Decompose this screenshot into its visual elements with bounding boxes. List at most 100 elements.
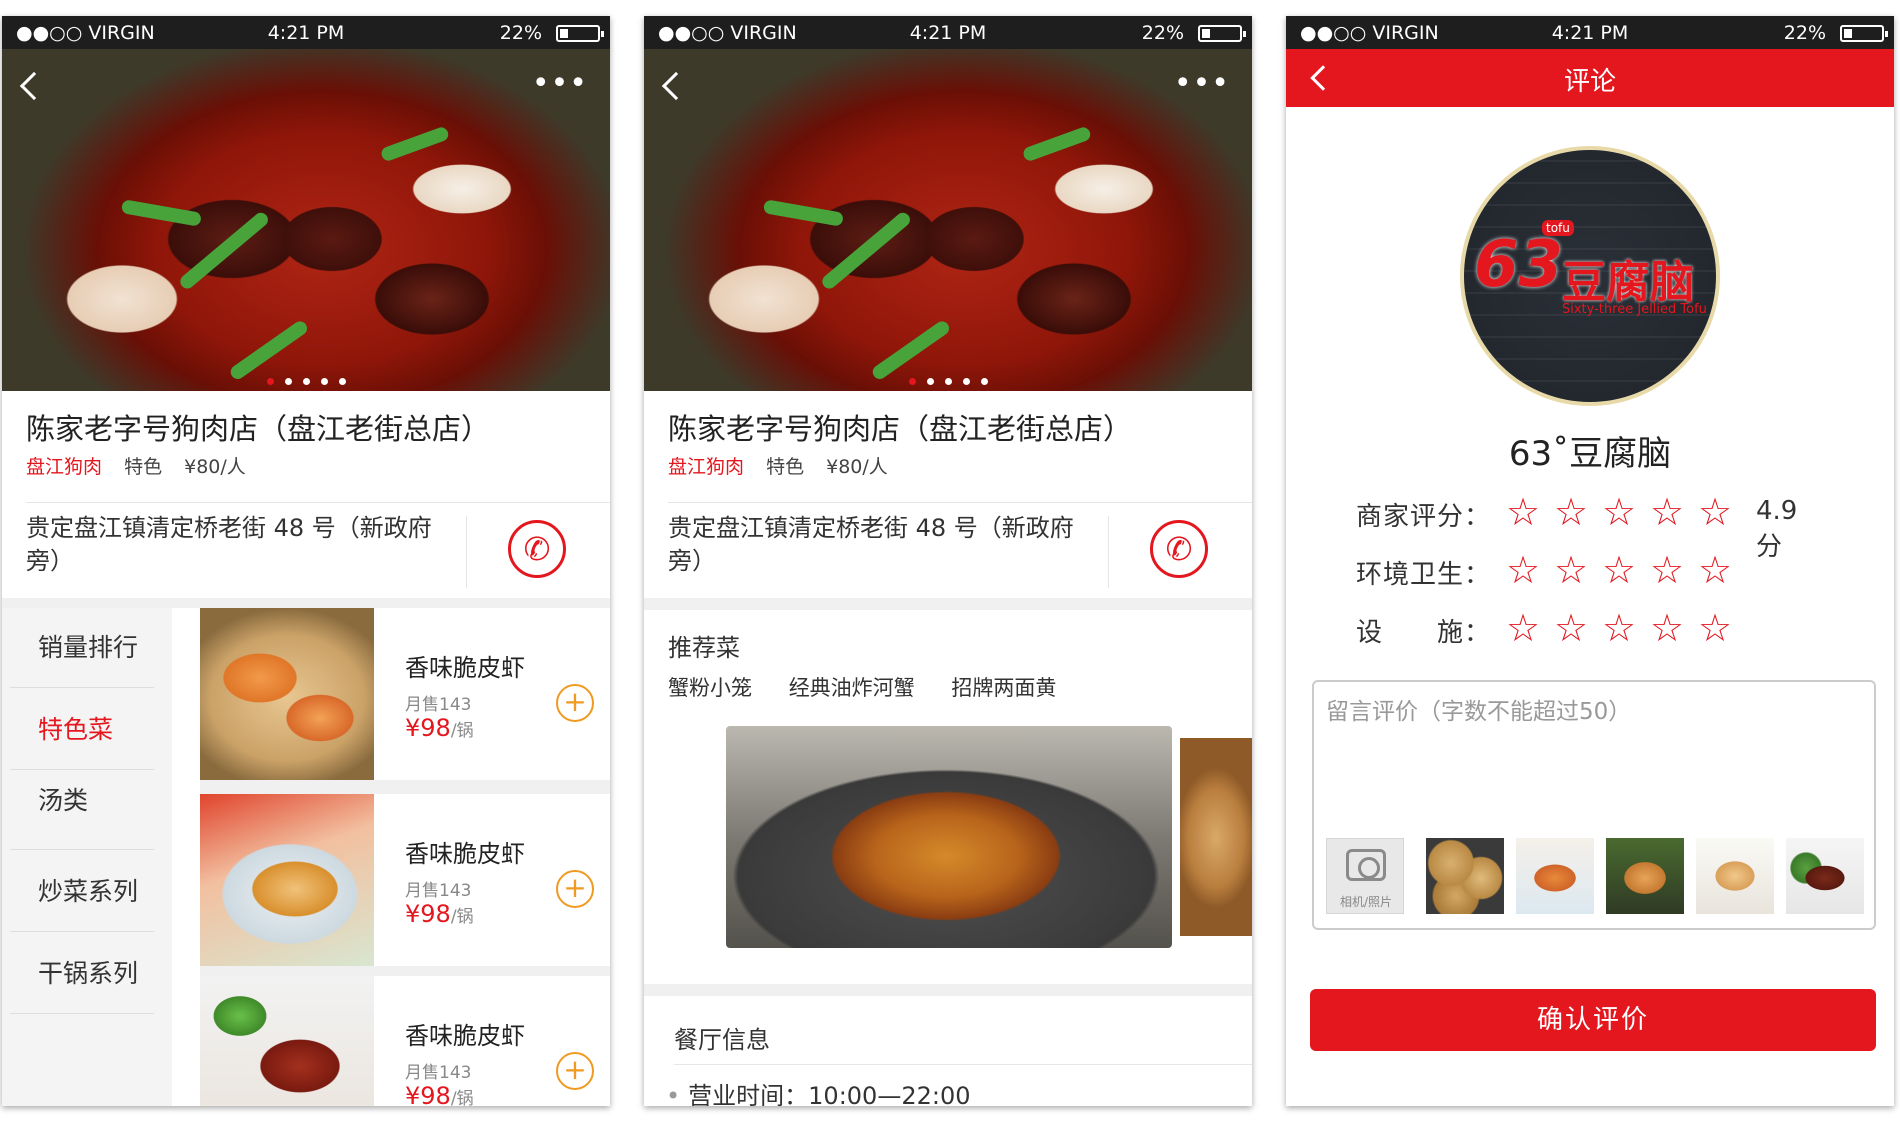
screen-shop-menu: ●●○○ VIRGIN 4:21 PM 22% ••• 陈家老字号狗肉店（盘江老… bbox=[2, 16, 610, 1106]
photo-thumbnail[interactable] bbox=[1786, 838, 1864, 914]
price-value: ¥98 bbox=[405, 1082, 451, 1106]
opening-hours-text: 营业时间：10:00—22:00 bbox=[688, 1082, 971, 1106]
category-item[interactable]: 销量排行 bbox=[10, 608, 154, 688]
price-value: ¥98 bbox=[405, 900, 451, 928]
star-icon[interactable]: ☆ bbox=[1600, 608, 1638, 648]
carousel-dot[interactable] bbox=[303, 378, 310, 385]
logo-english-name: Sixty-three Jellied Tofu bbox=[1562, 302, 1707, 317]
carousel-dots bbox=[909, 370, 999, 389]
recommend-dish-photo[interactable] bbox=[1180, 738, 1252, 936]
screen-shop-detail: ●●○○ VIRGIN 4:21 PM 22% ••• 陈家老字号狗肉店（盘江老… bbox=[644, 16, 1252, 1106]
battery-icon bbox=[1198, 25, 1246, 42]
divider bbox=[674, 1064, 1252, 1065]
category-item[interactable]: 干锅系列 bbox=[10, 934, 154, 1014]
star-icon[interactable]: ☆ bbox=[1696, 492, 1734, 532]
restaurant-info-title: 餐厅信息 bbox=[674, 1026, 770, 1054]
opening-hours: • 营业时间：10:00—22:00 bbox=[666, 1076, 970, 1106]
star-icon[interactable]: ☆ bbox=[1648, 608, 1686, 648]
add-to-cart-icon[interactable]: + bbox=[556, 870, 594, 908]
phone-icon[interactable]: ✆ bbox=[1150, 520, 1208, 578]
carousel-dots bbox=[267, 370, 357, 389]
star-icon[interactable]: ☆ bbox=[1552, 492, 1590, 532]
dish-sold: 月售143 bbox=[405, 695, 472, 715]
category-item[interactable]: 炒菜系列 bbox=[10, 852, 154, 932]
dish-card[interactable]: 香味脆皮虾 月售143 ¥98/锅 + bbox=[200, 794, 610, 966]
confirm-review-button[interactable]: 确认评价 bbox=[1310, 989, 1876, 1051]
dish-price: ¥98/锅 bbox=[405, 714, 474, 742]
hero-photo[interactable] bbox=[2, 49, 610, 391]
recommend-dish-list: 蟹粉小笼 经典油炸河蟹 招牌两面黄 bbox=[668, 672, 1086, 702]
price-value: ¥98 bbox=[405, 714, 451, 742]
dish-photo[interactable] bbox=[200, 794, 374, 966]
star-icon[interactable]: ☆ bbox=[1504, 550, 1542, 590]
shop-price: ¥80/人 bbox=[826, 456, 888, 478]
dish-name: 香味脆皮虾 bbox=[405, 654, 525, 682]
dish-photo[interactable] bbox=[200, 976, 374, 1106]
carousel-dot[interactable] bbox=[963, 378, 970, 385]
star-icon[interactable]: ☆ bbox=[1696, 608, 1734, 648]
more-icon[interactable]: ••• bbox=[532, 66, 588, 101]
logo-tofu-badge: tofu bbox=[1542, 220, 1574, 236]
shop-title: 陈家老字号狗肉店（盘江老街总店） bbox=[26, 412, 491, 446]
star-icon[interactable]: ☆ bbox=[1504, 492, 1542, 532]
dish-card[interactable]: 香味脆皮虾 月售143 ¥98/锅 + bbox=[200, 608, 610, 780]
photo-thumbnail[interactable] bbox=[1516, 838, 1594, 914]
carousel-dot[interactable] bbox=[981, 378, 988, 385]
photo-thumbnail[interactable] bbox=[1606, 838, 1684, 914]
category-item[interactable]: 汤类 bbox=[10, 770, 154, 850]
section-gap bbox=[2, 598, 610, 608]
status-bar: ●●○○ VIRGIN 4:21 PM 22% bbox=[644, 16, 1252, 49]
divider bbox=[466, 516, 467, 588]
star-icon[interactable]: ☆ bbox=[1552, 608, 1590, 648]
star-icon[interactable]: ☆ bbox=[1600, 492, 1638, 532]
add-to-cart-icon[interactable]: + bbox=[556, 684, 594, 722]
shop-tag: 特色 bbox=[124, 456, 163, 478]
dish-card[interactable]: 香味脆皮虾 月售143 ¥98/锅 + bbox=[200, 976, 610, 1106]
recommend-dish[interactable]: 蟹粉小笼 bbox=[668, 676, 752, 700]
rating-label: 设 施： bbox=[1356, 618, 1492, 648]
carousel-dot[interactable] bbox=[321, 378, 328, 385]
page-title: 评论 bbox=[1563, 67, 1616, 97]
shop-price: ¥80/人 bbox=[184, 456, 246, 478]
dish-photo[interactable] bbox=[200, 608, 374, 780]
carousel-dot[interactable] bbox=[927, 378, 934, 385]
carousel-dot[interactable] bbox=[267, 378, 274, 385]
category-item-active[interactable]: 特色菜 bbox=[10, 690, 154, 770]
carousel-dot[interactable] bbox=[339, 378, 346, 385]
shop-address[interactable]: 贵定盘江镇清定桥老街 48 号（新政府旁） bbox=[26, 512, 446, 578]
dish-price: ¥98/锅 bbox=[405, 1082, 474, 1106]
dish-name: 香味脆皮虾 bbox=[405, 1022, 525, 1050]
photo-thumbnail[interactable] bbox=[1426, 838, 1504, 914]
shop-address[interactable]: 贵定盘江镇清定桥老街 48 号（新政府旁） bbox=[668, 512, 1088, 578]
star-icon[interactable]: ☆ bbox=[1648, 550, 1686, 590]
photo-thumbnail[interactable] bbox=[1696, 838, 1774, 914]
shop-category[interactable]: 盘江狗肉 bbox=[668, 456, 744, 478]
hero-photo[interactable] bbox=[644, 49, 1252, 391]
star-icon[interactable]: ☆ bbox=[1552, 550, 1590, 590]
shop-name: 63˚豆腐脑 bbox=[1508, 434, 1672, 474]
logo-number: 63 bbox=[1474, 228, 1564, 302]
battery-icon bbox=[556, 25, 604, 42]
shop-category[interactable]: 盘江狗肉 bbox=[26, 456, 102, 478]
carousel-dot[interactable] bbox=[285, 378, 292, 385]
add-photo-button[interactable]: 相机/照片 bbox=[1326, 838, 1404, 914]
recommend-dish-photo[interactable] bbox=[726, 726, 1172, 948]
logo-chinese-name: 豆腐脑 bbox=[1562, 257, 1694, 308]
recommend-dish[interactable]: 经典油炸河蟹 bbox=[789, 676, 915, 700]
add-to-cart-icon[interactable]: + bbox=[556, 1052, 594, 1090]
phone-icon[interactable]: ✆ bbox=[508, 520, 566, 578]
star-icon[interactable]: ☆ bbox=[1504, 608, 1542, 648]
more-icon[interactable]: ••• bbox=[1174, 66, 1230, 101]
star-icon[interactable]: ☆ bbox=[1648, 492, 1686, 532]
carousel-dot[interactable] bbox=[945, 378, 952, 385]
star-icon[interactable]: ☆ bbox=[1600, 550, 1638, 590]
price-unit: /锅 bbox=[450, 907, 474, 927]
comment-textarea[interactable]: 留言评价（字数不能超过50） 相机/照片 bbox=[1312, 680, 1876, 930]
shop-meta: 盘江狗肉 特色 ¥80/人 bbox=[668, 452, 904, 479]
divider bbox=[668, 502, 1252, 503]
shop-title: 陈家老字号狗肉店（盘江老街总店） bbox=[668, 412, 1133, 446]
star-icon[interactable]: ☆ bbox=[1696, 550, 1734, 590]
section-gap bbox=[644, 984, 1252, 996]
recommend-dish[interactable]: 招牌两面黄 bbox=[951, 676, 1056, 700]
carousel-dot[interactable] bbox=[909, 378, 916, 385]
